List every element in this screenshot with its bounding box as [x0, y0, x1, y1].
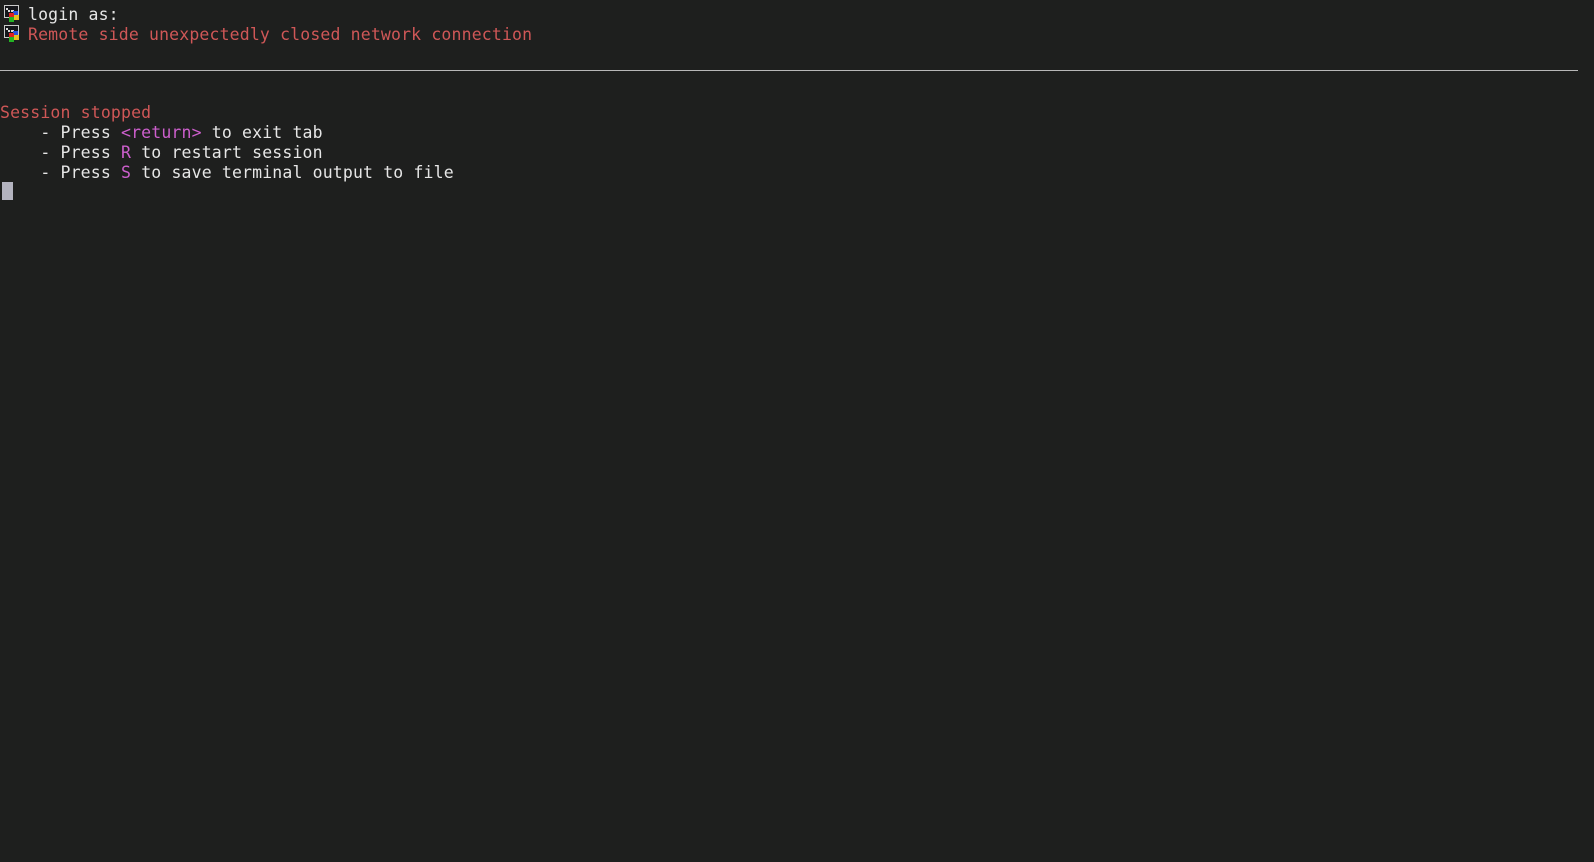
- putty-icon-yellow-square: [14, 15, 19, 20]
- text-cursor: [2, 182, 13, 200]
- session-option-restart[interactable]: - Press R to restart session: [0, 143, 323, 163]
- putty-icon-green-square: [9, 37, 14, 42]
- putty-icon-yellow-square: [14, 35, 19, 40]
- putty-icon: [3, 4, 22, 22]
- putty-icon-green-square: [9, 17, 14, 22]
- horizontal-separator: [0, 70, 1578, 71]
- option-prefix-text: - Press: [0, 123, 122, 142]
- session-option-save-output[interactable]: - Press S to save terminal output to fil…: [0, 163, 454, 183]
- option-key-r: R: [121, 143, 132, 162]
- option-suffix-text: to save terminal output to file: [131, 163, 454, 182]
- option-suffix-text: to exit tab: [201, 123, 323, 142]
- option-prefix-text: - Press: [0, 143, 122, 162]
- terminal-window[interactable]: login as: Remote side unexpectedly close…: [0, 0, 1594, 862]
- putty-icon-prompt-pixel: [8, 10, 10, 12]
- option-key-return: <return>: [121, 123, 202, 142]
- session-stopped-heading: Session stopped: [0, 103, 152, 122]
- putty-icon: [3, 24, 22, 42]
- option-key-s: S: [121, 163, 132, 182]
- option-prefix-text: - Press: [0, 163, 122, 182]
- option-suffix-text: to restart session: [131, 143, 323, 162]
- session-option-exit-tab[interactable]: - Press <return> to exit tab: [0, 123, 323, 143]
- disconnect-message-text: Remote side unexpectedly closed network …: [28, 25, 533, 44]
- login-prompt-text: login as:: [28, 5, 119, 24]
- putty-icon-prompt-pixel: [8, 30, 10, 32]
